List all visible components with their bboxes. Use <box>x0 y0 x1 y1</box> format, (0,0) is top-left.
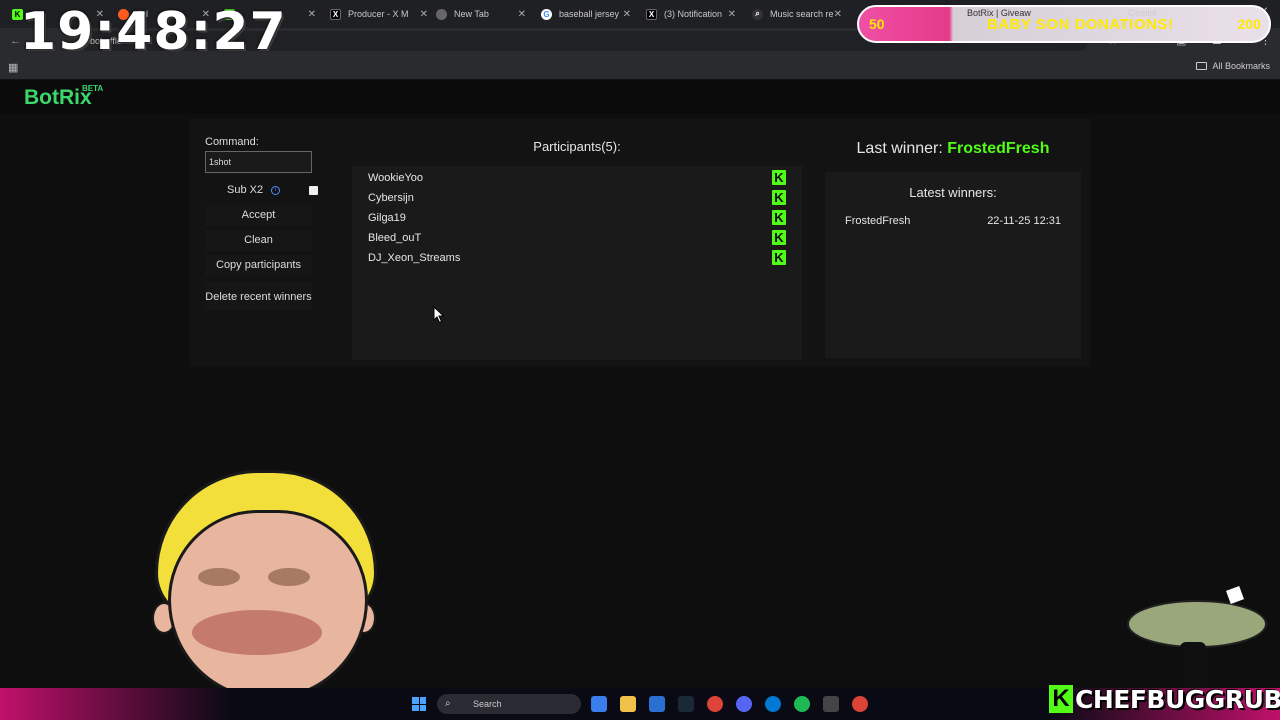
list-item[interactable]: DJ_Xeon_Streams K <box>368 250 788 266</box>
participant-name: WookieYoo <box>368 172 424 184</box>
winner-name: FrostedFresh <box>845 215 911 227</box>
close-icon[interactable]: ✕ <box>728 9 736 20</box>
close-icon[interactable]: ✕ <box>518 9 526 20</box>
tab-label: Music search re <box>770 9 834 19</box>
media-player-icon[interactable] <box>765 696 781 712</box>
participant-name: Bleed_ouT <box>368 232 422 244</box>
latest-winners-panel: Latest winners: FrostedFresh 22-11-25 12… <box>825 172 1081 358</box>
last-winner-label: Last winner: <box>856 140 948 157</box>
discord-icon[interactable] <box>736 696 752 712</box>
avatar-eye <box>268 568 310 586</box>
kick-icon: K <box>772 190 786 205</box>
tab-label: (3) Notification <box>664 9 723 19</box>
x-icon: X <box>646 8 657 20</box>
command-input[interactable] <box>205 151 312 173</box>
spotify-icon[interactable] <box>794 696 810 712</box>
list-item[interactable]: Bleed_ouT K <box>368 230 788 246</box>
donation-goal: 200 <box>1237 16 1261 32</box>
copilot-icon[interactable] <box>591 696 607 712</box>
list-item[interactable]: Gilga19 K <box>368 210 788 226</box>
avatar-mouth <box>192 610 322 655</box>
sub-x2-checkbox[interactable] <box>309 186 318 195</box>
brand-name: CHEFBUGGRUB <box>1075 684 1280 714</box>
kick-icon: K <box>772 230 786 245</box>
all-bookmarks-label: All Bookmarks <box>1212 61 1270 71</box>
mouse-cursor-icon <box>433 306 445 324</box>
participants-title: Participants(5): <box>533 139 621 154</box>
chrome-icon[interactable] <box>852 696 868 712</box>
stream-clock: 19:48:27 <box>20 2 287 62</box>
command-label: Command: <box>205 136 259 148</box>
browser-tab[interactable]: ⌕ Music search re ✕ <box>752 4 842 24</box>
app-header: BotRix BETA <box>0 80 1280 114</box>
search-icon: ⌕ <box>445 698 451 709</box>
donation-title: BABY SON DONATIONS! <box>987 16 1174 33</box>
search-icon: ⌕ <box>752 8 763 20</box>
taskbar-search[interactable]: Search <box>437 694 581 714</box>
info-icon[interactable]: i <box>271 186 280 195</box>
chrome-icon[interactable] <box>707 696 723 712</box>
kick-icon: K <box>1049 685 1073 713</box>
apps-grid-icon[interactable]: ▦ <box>8 61 18 74</box>
windows-start-icon[interactable] <box>412 697 426 711</box>
participant-name: Cybersijn <box>368 192 414 204</box>
chrome-icon <box>436 8 447 20</box>
delete-recent-winners-button[interactable]: Delete recent winners <box>205 282 312 310</box>
kick-icon: K <box>772 170 786 185</box>
list-item[interactable]: Cybersijn K <box>368 190 788 206</box>
gemini-tab-label[interactable]: Gemini <box>1128 8 1157 18</box>
kick-icon: K <box>772 250 786 265</box>
close-icon[interactable]: ✕ <box>308 9 316 20</box>
participants-list: WookieYoo K Cybersijn K Gilga19 K Bleed_… <box>352 166 802 360</box>
browser-tab[interactable]: New Tab ✕ <box>436 4 526 24</box>
participant-name: DJ_Xeon_Streams <box>368 252 461 264</box>
beta-badge: BETA <box>82 84 104 93</box>
all-bookmarks-button[interactable]: All Bookmarks <box>1196 61 1270 71</box>
browser-tab[interactable]: X (3) Notification ✕ <box>646 4 736 24</box>
list-item[interactable]: WookieYoo K <box>368 170 788 186</box>
browser-tab[interactable]: X Producer - X M ✕ <box>330 4 428 24</box>
store-icon[interactable] <box>649 696 665 712</box>
tab-label: Producer - X M <box>348 9 409 19</box>
close-icon[interactable]: ✕ <box>420 9 428 20</box>
google-icon: G <box>541 8 552 20</box>
tab-label: baseball jersey <box>559 9 620 19</box>
last-winner-name: FrostedFresh <box>947 140 1050 157</box>
tab-label: New Tab <box>454 9 489 19</box>
browser-tab[interactable]: G baseball jersey ✕ <box>541 4 631 24</box>
steam-icon[interactable] <box>678 696 694 712</box>
webcam-avatar <box>168 510 368 700</box>
donation-goal-bar: BotRix | Giveaw 50 BABY SON DONATIONS! 2… <box>857 5 1271 43</box>
avatar-eye <box>198 568 240 586</box>
kick-icon: K <box>772 210 786 225</box>
donation-current: 50 <box>869 16 885 32</box>
winner-date: 22-11-25 12:31 <box>987 215 1061 227</box>
mascot-hat <box>1226 586 1244 604</box>
participant-name: Gilga19 <box>368 212 406 224</box>
streamer-brand: K CHEFBUGGRUB <box>1049 681 1280 717</box>
latest-winners-title: Latest winners: <box>909 185 997 200</box>
close-icon[interactable]: ✕ <box>834 9 842 20</box>
copy-participants-button[interactable]: Copy participants <box>205 255 312 276</box>
xbox-icon[interactable] <box>823 696 839 712</box>
last-winner-heading: Last winner: FrostedFresh <box>818 140 1088 158</box>
accept-button[interactable]: Accept <box>205 205 312 226</box>
clean-button[interactable]: Clean <box>205 230 312 251</box>
sub-x2-label: Sub X2 <box>227 184 264 196</box>
folder-icon <box>1196 62 1208 70</box>
close-icon[interactable]: ✕ <box>623 9 631 20</box>
mascot-head <box>1127 600 1267 648</box>
x-icon: X <box>330 8 341 20</box>
file-explorer-icon[interactable] <box>620 696 636 712</box>
